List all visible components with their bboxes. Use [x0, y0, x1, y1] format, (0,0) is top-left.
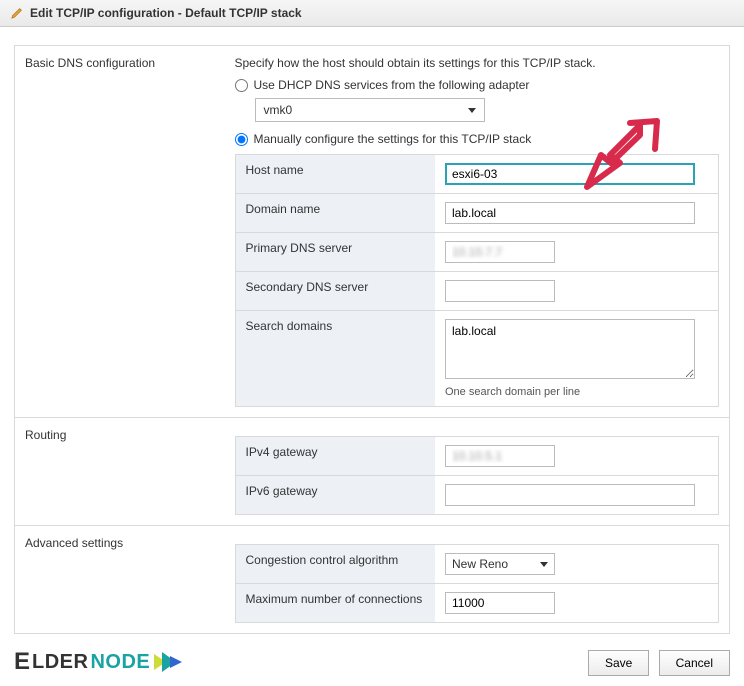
dns-instruction: Specify how the host should obtain its s… [235, 56, 720, 70]
ipv4-gw-input[interactable] [445, 445, 555, 467]
section-dns-label: Basic DNS configuration [15, 46, 225, 418]
dns-fields-table: Host name Domain name Primary DNS server [235, 154, 720, 407]
radio-manual-input[interactable] [235, 133, 248, 146]
save-button[interactable]: Save [588, 650, 649, 676]
caret-down-icon [468, 108, 476, 113]
pencil-icon [10, 6, 24, 20]
host-name-input[interactable] [445, 163, 695, 185]
search-domains-hint: One search domain per line [445, 386, 708, 398]
radio-manual[interactable]: Manually configure the settings for this… [235, 132, 720, 146]
secondary-dns-label: Secondary DNS server [235, 272, 435, 311]
host-name-label: Host name [235, 155, 435, 194]
search-domains-input[interactable]: lab.local [445, 319, 695, 379]
section-advanced-label: Advanced settings [15, 526, 225, 634]
dialog-titlebar: Edit TCP/IP configuration - Default TCP/… [0, 0, 744, 27]
primary-dns-input[interactable] [445, 241, 555, 263]
ipv4-gw-label: IPv4 gateway [235, 437, 435, 476]
primary-dns-label: Primary DNS server [235, 233, 435, 272]
radio-dhcp-label: Use DHCP DNS services from the following… [254, 78, 530, 92]
brand-e: E [14, 648, 30, 676]
congestion-select[interactable]: New Reno [445, 553, 555, 575]
adapter-value: vmk0 [264, 103, 293, 117]
dialog-title: Edit TCP/IP configuration - Default TCP/… [30, 6, 302, 20]
domain-name-input[interactable] [445, 202, 695, 224]
ipv6-gw-label: IPv6 gateway [235, 476, 435, 515]
maxconn-label: Maximum number of connections [235, 584, 435, 623]
radio-dhcp[interactable]: Use DHCP DNS services from the following… [235, 78, 720, 92]
brand-node: NODE [90, 651, 150, 674]
congestion-label: Congestion control algorithm [235, 545, 435, 584]
domain-name-label: Domain name [235, 194, 435, 233]
search-domains-label: Search domains [235, 311, 435, 407]
adapter-dropdown[interactable]: vmk0 [255, 98, 485, 122]
caret-down-icon [540, 562, 548, 567]
congestion-value: New Reno [452, 557, 508, 571]
secondary-dns-input[interactable] [445, 280, 555, 302]
brand-lder: LDER [32, 651, 88, 674]
cancel-button[interactable]: Cancel [659, 650, 730, 676]
section-routing-label: Routing [15, 418, 225, 526]
advanced-fields-table: Congestion control algorithm New Reno Ma… [235, 544, 720, 623]
routing-fields-table: IPv4 gateway IPv6 gateway [235, 436, 720, 515]
maxconn-input[interactable] [445, 592, 555, 614]
brand-logo: E LDER NODE [14, 648, 182, 676]
radio-dhcp-input[interactable] [235, 79, 248, 92]
ipv6-gw-input[interactable] [445, 484, 695, 506]
radio-manual-label: Manually configure the settings for this… [254, 132, 532, 146]
config-sections-table: Basic DNS configuration Specify how the … [14, 45, 730, 634]
brand-triangles-icon [152, 650, 182, 674]
